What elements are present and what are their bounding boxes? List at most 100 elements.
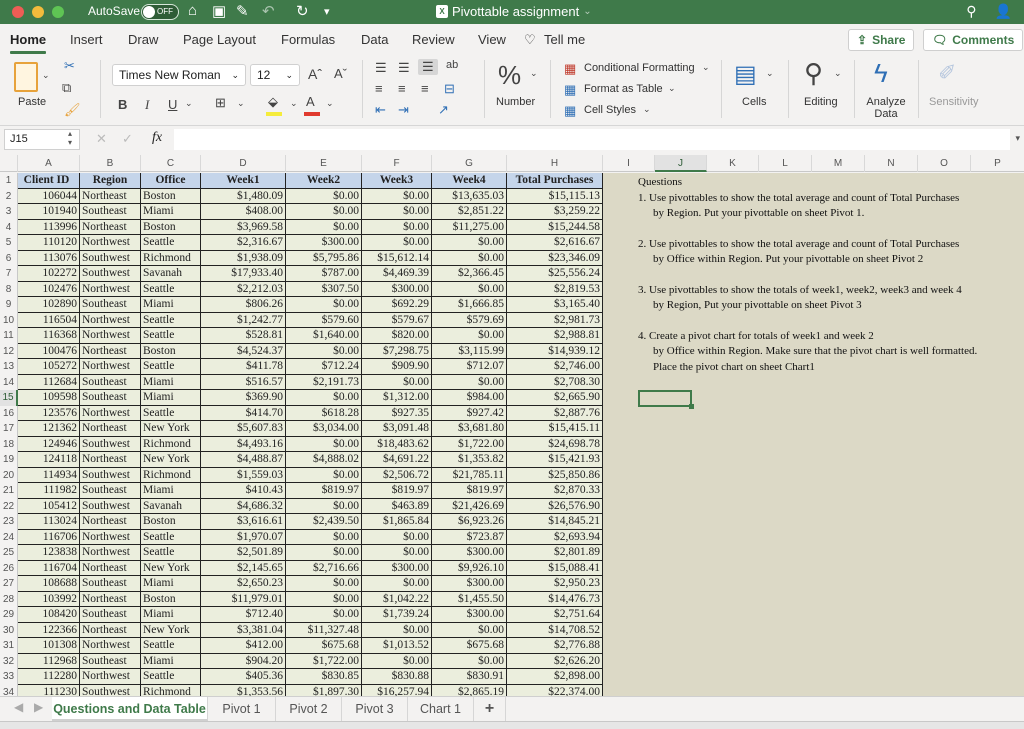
table-cell[interactable]: $300.00 xyxy=(362,560,432,576)
table-cell[interactable]: Northwest xyxy=(80,359,141,375)
zoom-window-button[interactable] xyxy=(52,6,64,18)
table-cell[interactable]: $819.97 xyxy=(432,483,507,499)
table-cell[interactable]: Richmond xyxy=(141,436,201,452)
table-cell[interactable]: $405.36 xyxy=(201,669,286,685)
align-middle-icon[interactable]: ☰ xyxy=(398,60,410,76)
table-cell[interactable]: Northwest xyxy=(80,235,141,251)
table-cell[interactable]: $984.00 xyxy=(432,390,507,406)
table-cell[interactable]: $0.00 xyxy=(362,576,432,592)
table-cell[interactable]: $1,353.82 xyxy=(432,452,507,468)
format-as-table-button[interactable]: Format as Table xyxy=(584,83,663,95)
table-cell[interactable]: $0.00 xyxy=(286,390,362,406)
paste-icon[interactable] xyxy=(14,62,38,92)
tab-data[interactable]: Data xyxy=(361,32,388,47)
table-cell[interactable]: $819.97 xyxy=(286,483,362,499)
table-cell[interactable]: $5,607.83 xyxy=(201,421,286,437)
chevron-down-icon[interactable]: ⌄ xyxy=(643,104,651,115)
table-cell[interactable]: $1,722.00 xyxy=(286,653,362,669)
table-cell[interactable]: $4,691.22 xyxy=(362,452,432,468)
table-cell[interactable]: Seattle xyxy=(141,281,201,297)
analyze-data-icon[interactable]: ϟ xyxy=(874,58,888,89)
table-cell[interactable]: 112684 xyxy=(18,374,80,390)
table-cell[interactable]: $2,819.53 xyxy=(507,281,603,297)
column-title[interactable]: Office xyxy=(141,173,201,189)
share-button[interactable]: ⇪ Share xyxy=(848,29,915,51)
table-cell[interactable]: Northeast xyxy=(80,622,141,638)
table-cell[interactable]: Southeast xyxy=(80,483,141,499)
percent-icon[interactable]: % xyxy=(498,60,521,91)
table-cell[interactable]: $579.67 xyxy=(362,312,432,328)
table-cell[interactable]: $0.00 xyxy=(362,653,432,669)
font-color-chevron[interactable]: ⌄ xyxy=(326,98,334,109)
row-header-10[interactable]: 10 xyxy=(0,312,18,328)
table-cell[interactable]: $0.00 xyxy=(286,591,362,607)
column-header-g[interactable]: G xyxy=(432,155,507,172)
account-icon[interactable]: 👤 xyxy=(995,3,1012,20)
column-header-l[interactable]: L xyxy=(759,155,812,172)
table-cell[interactable]: $830.91 xyxy=(432,669,507,685)
row-header-4[interactable]: 4 xyxy=(0,219,18,235)
table-cell[interactable]: $300.00 xyxy=(432,576,507,592)
table-cell[interactable]: 116504 xyxy=(18,312,80,328)
table-cell[interactable]: $300.00 xyxy=(432,545,507,561)
table-cell[interactable]: $1,722.00 xyxy=(432,436,507,452)
table-cell[interactable]: $3,165.40 xyxy=(507,297,603,313)
row-header-17[interactable]: 17 xyxy=(0,421,18,437)
table-cell[interactable]: $1,559.03 xyxy=(201,467,286,483)
table-cell[interactable]: Miami xyxy=(141,483,201,499)
font-name-select[interactable]: Times New Roman ⌄ xyxy=(112,64,246,86)
table-cell[interactable]: New York xyxy=(141,421,201,437)
row-header-30[interactable]: 30 xyxy=(0,622,18,638)
table-cell[interactable]: $2,898.00 xyxy=(507,669,603,685)
table-cell[interactable]: Miami xyxy=(141,204,201,220)
chevron-down-icon[interactable]: ⌄ xyxy=(668,83,676,94)
table-cell[interactable]: $22,374.00 xyxy=(507,684,603,696)
search-icon[interactable]: ⚲ xyxy=(966,3,976,20)
table-cell[interactable]: Northwest xyxy=(80,545,141,561)
table-cell[interactable]: $1,640.00 xyxy=(286,328,362,344)
add-sheet-button[interactable]: + xyxy=(474,697,506,721)
table-cell[interactable]: $2,870.33 xyxy=(507,483,603,499)
row-header-12[interactable]: 12 xyxy=(0,343,18,359)
row-header-20[interactable]: 20 xyxy=(0,467,18,483)
column-title[interactable]: Week1 xyxy=(201,173,286,189)
table-cell[interactable]: $11,275.00 xyxy=(432,219,507,235)
row-header-24[interactable]: 24 xyxy=(0,529,18,545)
table-cell[interactable]: 112968 xyxy=(18,653,80,669)
increase-font-size-icon[interactable]: Aˆ xyxy=(308,66,322,82)
table-cell[interactable]: Miami xyxy=(141,653,201,669)
table-cell[interactable]: $579.60 xyxy=(286,312,362,328)
table-cell[interactable]: $0.00 xyxy=(286,467,362,483)
editing-label[interactable]: Editing xyxy=(804,96,838,108)
table-cell[interactable]: $675.68 xyxy=(286,638,362,654)
table-cell[interactable]: $0.00 xyxy=(432,653,507,669)
table-cell[interactable]: $2,751.64 xyxy=(507,607,603,623)
table-cell[interactable]: $2,776.88 xyxy=(507,638,603,654)
table-cell[interactable]: Northwest xyxy=(80,281,141,297)
table-cell[interactable]: $15,244.58 xyxy=(507,219,603,235)
table-cell[interactable]: $712.07 xyxy=(432,359,507,375)
table-cell[interactable]: $0.00 xyxy=(362,204,432,220)
table-cell[interactable]: 111982 xyxy=(18,483,80,499)
italic-button[interactable]: I xyxy=(145,97,149,113)
conditional-formatting-button[interactable]: Conditional Formatting xyxy=(584,62,695,74)
table-cell[interactable]: $300.00 xyxy=(362,281,432,297)
align-right-icon[interactable]: ≡ xyxy=(421,81,429,96)
scroll-sheets-right-icon[interactable]: ▶ xyxy=(34,700,43,714)
sheet-tab-chart-1[interactable]: Chart 1 xyxy=(408,697,474,721)
tab-draw[interactable]: Draw xyxy=(128,32,158,47)
underline-button[interactable]: U xyxy=(168,97,177,112)
table-cell[interactable]: $0.00 xyxy=(286,545,362,561)
table-cell[interactable]: $2,501.89 xyxy=(201,545,286,561)
cells-icon[interactable]: ▤ xyxy=(734,60,757,89)
table-cell[interactable]: $0.00 xyxy=(286,297,362,313)
column-header-p[interactable]: P xyxy=(971,155,1024,172)
table-cell[interactable]: $4,686.32 xyxy=(201,498,286,514)
table-cell[interactable]: 113076 xyxy=(18,250,80,266)
table-cell[interactable]: Boston xyxy=(141,343,201,359)
table-cell[interactable]: 106044 xyxy=(18,188,80,204)
sheet-tab-pivot-1[interactable]: Pivot 1 xyxy=(208,697,276,721)
table-cell[interactable]: $0.00 xyxy=(432,374,507,390)
chevron-down-icon[interactable]: ⌄ xyxy=(834,68,842,79)
table-cell[interactable]: $904.20 xyxy=(201,653,286,669)
